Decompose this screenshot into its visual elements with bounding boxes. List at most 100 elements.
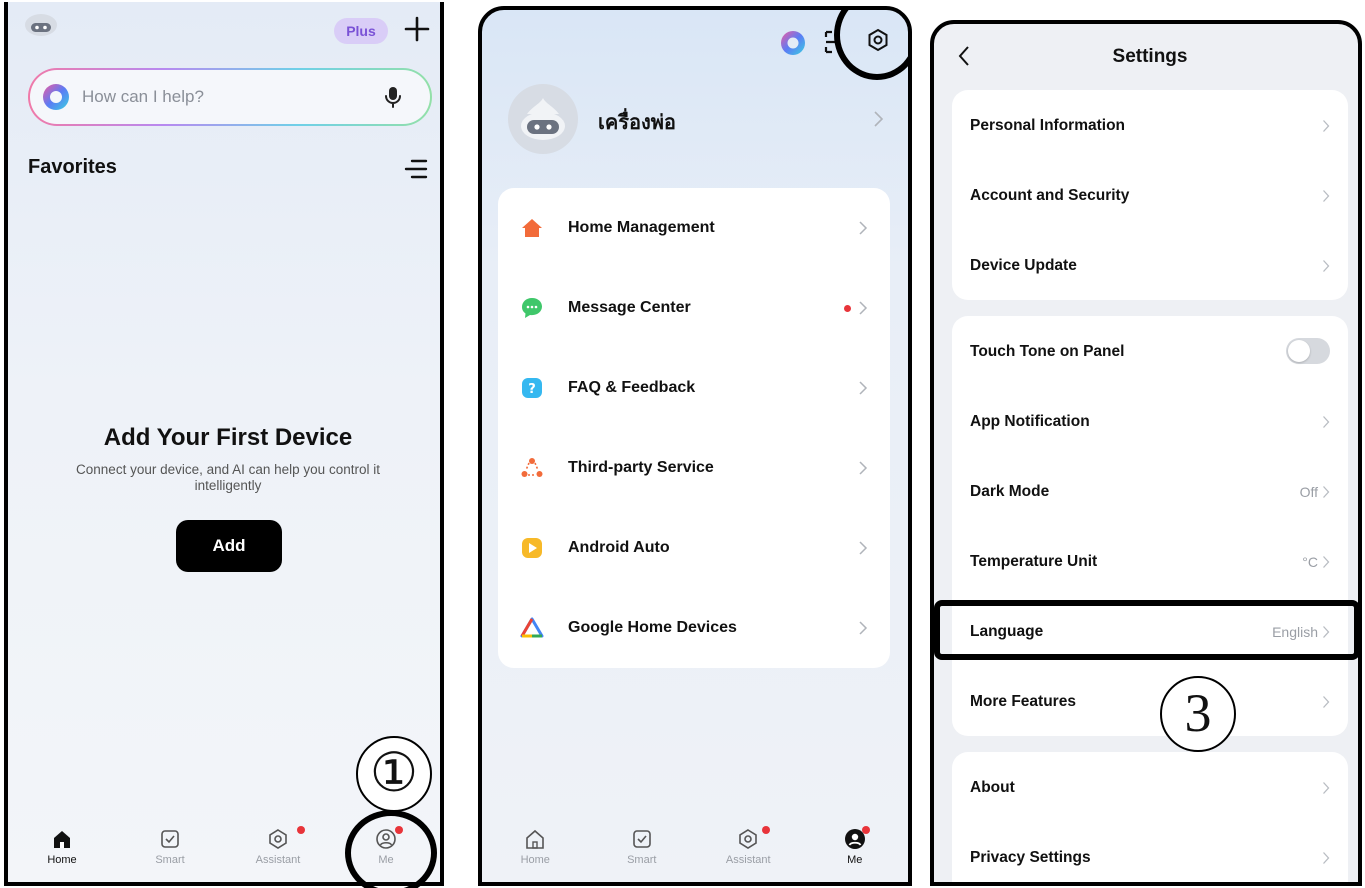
list-menu-icon[interactable]	[404, 158, 428, 180]
settings-screen: Settings Personal Information Account an…	[930, 20, 1362, 886]
me-menu-card: Home Management Message Center ? FAQ & F…	[498, 188, 890, 668]
tab-me[interactable]: Me	[802, 822, 909, 882]
chevron-right-icon	[1323, 260, 1330, 272]
settings-item-dark-mode[interactable]: Dark Mode Off	[952, 456, 1348, 526]
menu-item-label: Google Home Devices	[568, 619, 737, 636]
tab-assistant[interactable]: Assistant	[695, 822, 802, 882]
settings-item-temperature-unit[interactable]: Temperature Unit °C	[952, 526, 1348, 596]
bottom-tab-bar: Home Smart Assistant Me	[482, 822, 908, 882]
page-title: Settings	[1112, 46, 1188, 67]
notification-dot	[861, 826, 870, 834]
me-tab-highlight	[345, 810, 437, 888]
menu-item-google-home-devices[interactable]: Google Home Devices	[498, 588, 890, 668]
settings-group-preferences: Touch Tone on Panel App Notification Dar…	[952, 316, 1348, 736]
add-device-button[interactable]: Add	[176, 520, 282, 572]
ai-logo-icon[interactable]	[780, 30, 806, 56]
chevron-right-icon	[859, 221, 868, 235]
chevron-right-icon	[1323, 120, 1330, 132]
menu-item-label: Message Center	[568, 299, 691, 316]
tab-label: Home	[47, 854, 77, 866]
settings-item-label: Personal Information	[970, 117, 1126, 134]
settings-item-privacy-settings[interactable]: Privacy Settings	[952, 822, 1348, 882]
chevron-right-icon	[859, 301, 868, 315]
settings-group-account: Personal Information Account and Securit…	[952, 90, 1348, 300]
settings-item-account-security[interactable]: Account and Security	[952, 160, 1348, 230]
chevron-right-icon	[859, 381, 868, 395]
settings-item-label: App Notification	[970, 413, 1090, 430]
tab-smart[interactable]: Smart	[116, 822, 224, 882]
android-auto-icon	[522, 538, 542, 558]
settings-item-touch-tone[interactable]: Touch Tone on Panel	[952, 316, 1348, 386]
tab-label: Me	[847, 854, 863, 866]
notification-dot	[762, 826, 770, 834]
chevron-right-icon	[1323, 486, 1330, 498]
settings-item-value: Off	[1299, 484, 1318, 500]
settings-item-app-notification[interactable]: App Notification	[952, 386, 1348, 456]
tab-smart[interactable]: Smart	[589, 822, 696, 882]
tab-label: Smart	[627, 854, 657, 866]
empty-state-title: Add Your First Device	[103, 424, 353, 451]
settings-item-label: About	[970, 779, 1015, 796]
settings-gear-highlight	[834, 10, 908, 80]
menu-item-label: Third-party Service	[568, 459, 714, 476]
tab-label: Assistant	[725, 854, 771, 866]
settings-item-personal-information[interactable]: Personal Information	[952, 90, 1348, 160]
chevron-right-icon	[1323, 782, 1330, 794]
touch-tone-toggle[interactable]	[1286, 338, 1330, 364]
chevron-right-icon	[1323, 416, 1330, 428]
avatar[interactable]	[508, 84, 578, 154]
tab-label: Smart	[155, 854, 185, 866]
chevron-right-icon	[859, 461, 868, 475]
tab-assistant[interactable]: Assistant	[224, 822, 332, 882]
search-input[interactable]	[82, 70, 372, 124]
settings-item-about[interactable]: About	[952, 752, 1348, 822]
google-home-icon	[520, 617, 544, 638]
settings-item-label: Device Update	[970, 257, 1077, 274]
favorites-title: Favorites	[28, 156, 117, 178]
settings-item-more-features[interactable]: More Features	[952, 666, 1348, 736]
settings-group-about: About Privacy Settings	[952, 752, 1348, 882]
unread-dot	[844, 305, 851, 312]
search-bar[interactable]	[28, 68, 432, 126]
settings-item-label: Dark Mode	[970, 483, 1050, 500]
profile-name[interactable]: เครื่องพ่อ	[598, 106, 676, 138]
chevron-right-icon	[1323, 696, 1330, 708]
menu-item-third-party-service[interactable]: Third-party Service	[498, 428, 890, 508]
chevron-right-icon	[1323, 190, 1330, 202]
empty-state-description: Connect your device, and AI can help you…	[76, 462, 380, 493]
plus-badge[interactable]: Plus	[334, 18, 388, 44]
menu-item-android-auto[interactable]: Android Auto	[498, 508, 890, 588]
settings-item-value: °C	[1302, 554, 1318, 570]
settings-item-label: Temperature Unit	[970, 553, 1098, 570]
settings-item-device-update[interactable]: Device Update	[952, 230, 1348, 300]
tab-home[interactable]: Home	[482, 822, 589, 882]
chevron-right-icon	[859, 621, 868, 635]
robot-avatar-icon[interactable]	[24, 12, 58, 36]
chevron-right-icon	[1323, 556, 1330, 568]
settings-item-label: Privacy Settings	[970, 849, 1091, 866]
menu-item-faq-feedback[interactable]: ? FAQ & Feedback	[498, 348, 890, 428]
tab-home[interactable]: Home	[8, 822, 116, 882]
robot-avatar-icon	[521, 98, 565, 140]
menu-item-message-center[interactable]: Message Center	[498, 268, 890, 348]
ai-logo-icon	[43, 84, 69, 110]
step-3-callout: 3	[1160, 676, 1236, 752]
home-icon	[54, 831, 70, 848]
assistant-icon	[739, 829, 758, 849]
menu-item-home-management[interactable]: Home Management	[498, 188, 890, 268]
menu-item-label: Android Auto	[568, 539, 670, 556]
checkbox-icon	[161, 830, 179, 848]
settings-item-label: Account and Security	[970, 187, 1130, 204]
chat-bubble-icon	[522, 298, 542, 318]
chevron-right-icon[interactable]	[872, 110, 884, 128]
menu-item-label: FAQ & Feedback	[568, 379, 696, 396]
add-icon[interactable]	[402, 14, 432, 44]
menu-item-label: Home Management	[568, 219, 715, 236]
me-screen: เครื่องพ่อ Home Management Message Cente…	[478, 6, 912, 886]
notification-dot	[297, 826, 305, 834]
microphone-icon[interactable]	[382, 85, 404, 109]
home-icon	[526, 829, 545, 849]
checkbox-icon	[632, 830, 651, 848]
svg-text:?: ?	[528, 382, 536, 397]
language-row-highlight	[934, 600, 1360, 660]
